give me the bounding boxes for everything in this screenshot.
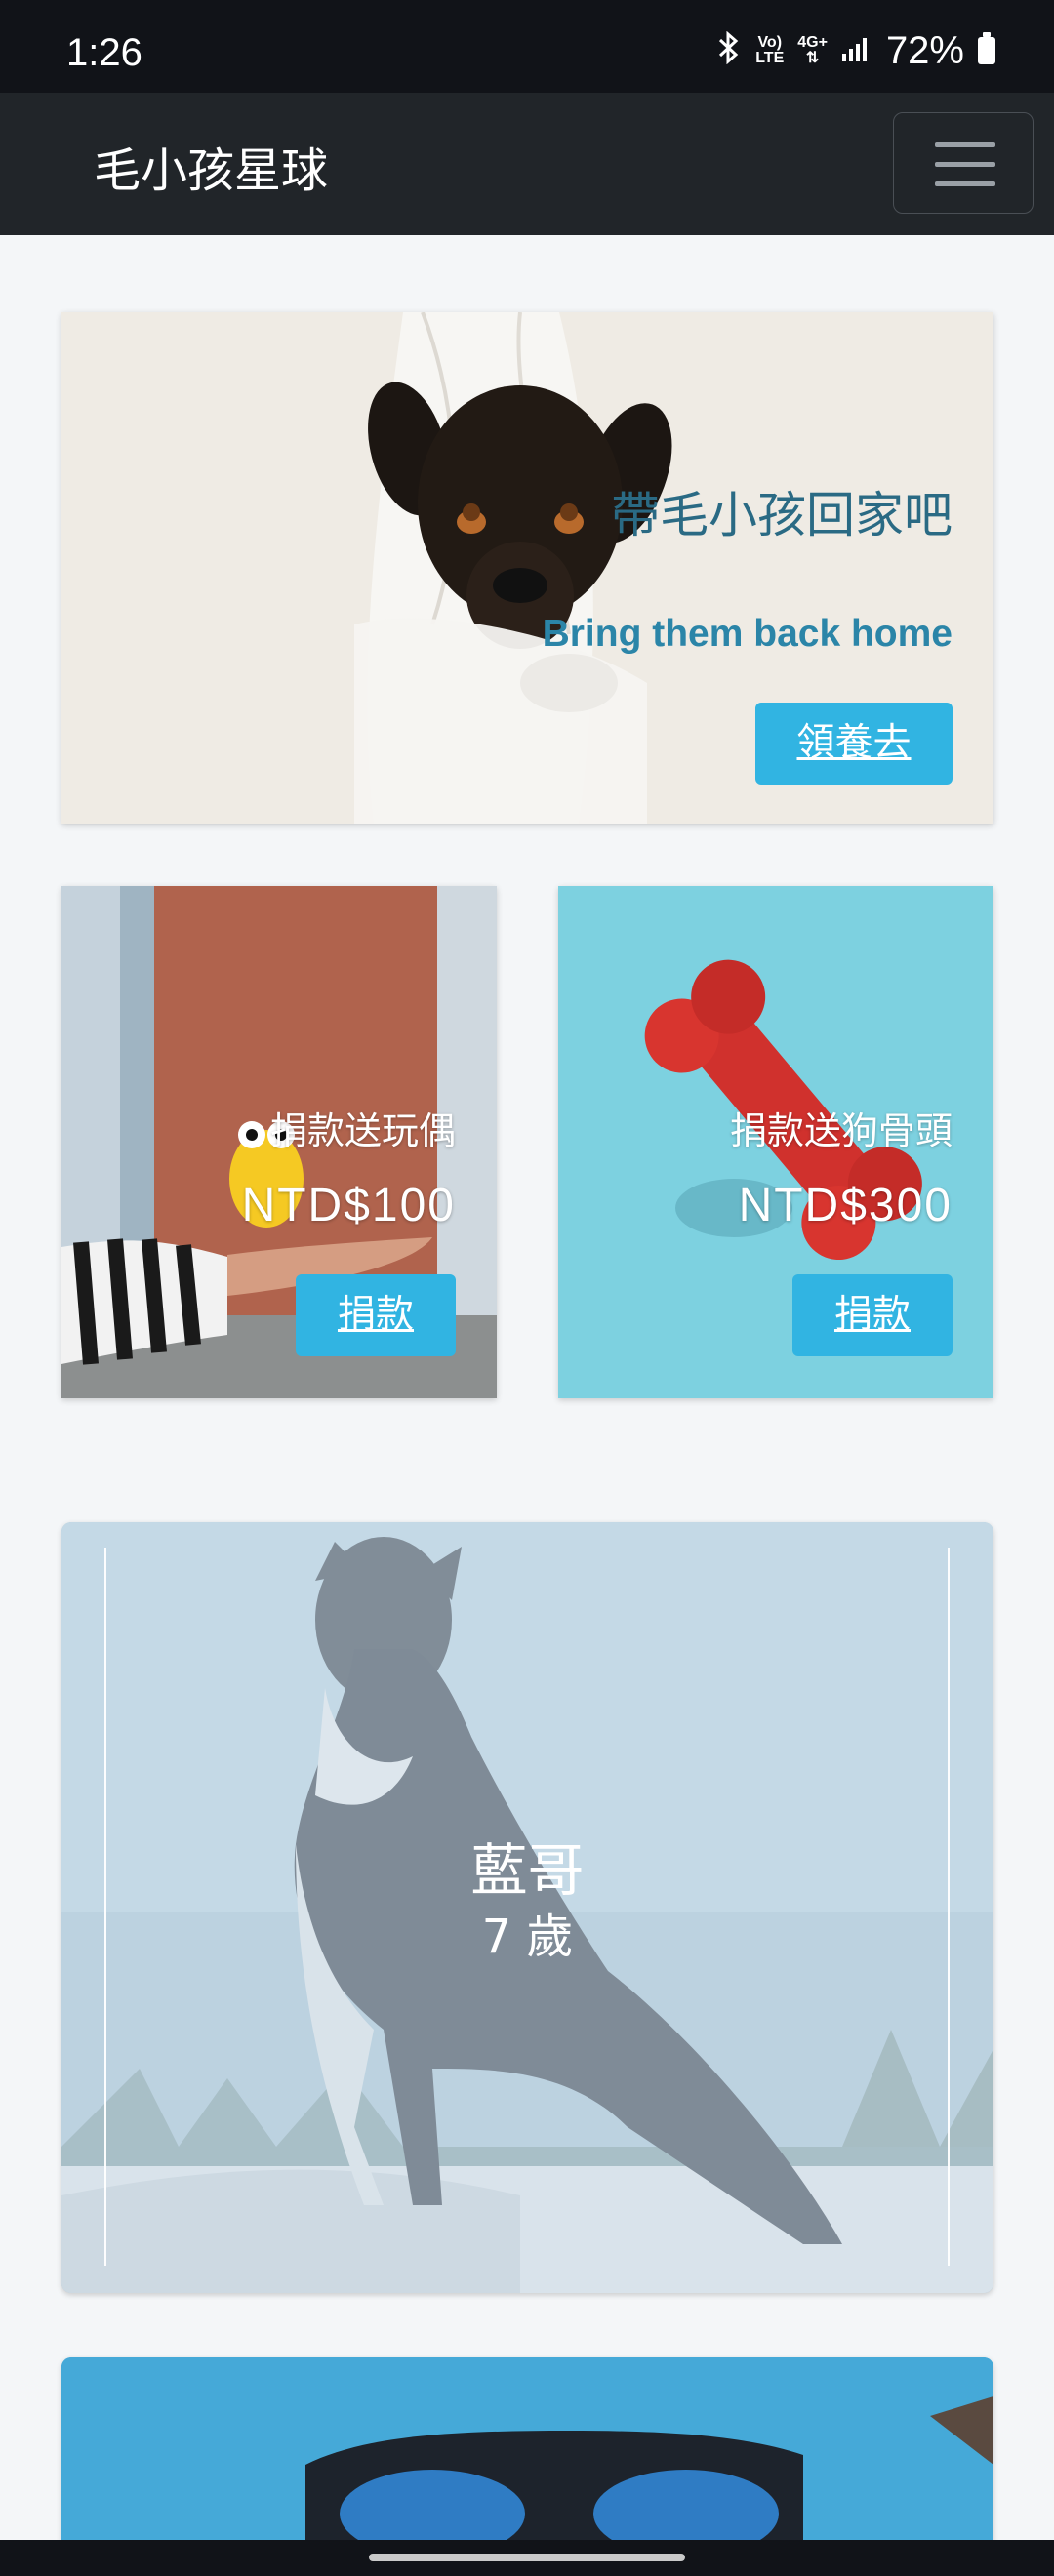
gesture-navigation-bar — [0, 2540, 1054, 2576]
battery-icon — [978, 32, 995, 64]
4g-icon: 4G+ ⇅ — [797, 34, 828, 66]
hamburger-icon — [935, 142, 995, 147]
donation-title: 捐款送玩偶 — [269, 1109, 456, 1152]
donate-button[interactable]: 捐款 — [296, 1274, 456, 1356]
adoption-hero-card: 帶毛小孩回家吧 Bring them back home 領養去 — [61, 312, 993, 824]
donation-price: NTD$300 — [738, 1180, 953, 1231]
donation-title: 捐款送狗骨頭 — [729, 1109, 953, 1152]
battery-percent: 72% — [885, 28, 964, 72]
hero-title: 帶毛小孩回家吧 — [611, 487, 953, 543]
app-navbar: 毛小孩星球 — [0, 93, 1054, 235]
brand-logo-text[interactable]: 毛小孩星球 — [94, 132, 328, 200]
status-icons: Vo) LTE 4G+ ⇅ 72% — [716, 29, 995, 72]
next-pet-photo — [61, 2357, 993, 2543]
status-bar: 1:26 Vo) LTE 4G+ ⇅ 72% — [0, 0, 1054, 93]
donation-price: NTD$100 — [241, 1180, 456, 1231]
hero-subtitle: Bring them back home — [542, 613, 953, 655]
pet-card[interactable]: 藍哥 7 歲 — [61, 1522, 993, 2293]
menu-toggle-button[interactable] — [893, 112, 1034, 214]
home-gesture-handle[interactable] — [369, 2554, 685, 2561]
bluetooth-icon — [716, 30, 742, 70]
donate-button[interactable]: 捐款 — [792, 1274, 953, 1356]
status-time: 1:26 — [66, 31, 142, 74]
volte-icon: Vo) LTE — [755, 34, 785, 66]
donation-card-toy: 捐款送玩偶 NTD$100 捐款 — [61, 886, 497, 1398]
pet-name: 藍哥 — [470, 1837, 585, 1904]
adopt-button[interactable]: 領養去 — [755, 703, 953, 785]
pet-age: 7 歲 — [481, 1910, 574, 1964]
next-pet-card[interactable] — [61, 2357, 993, 2543]
donation-card-bone: 捐款送狗骨頭 NTD$300 捐款 — [558, 886, 993, 1398]
signal-icon — [841, 34, 872, 67]
